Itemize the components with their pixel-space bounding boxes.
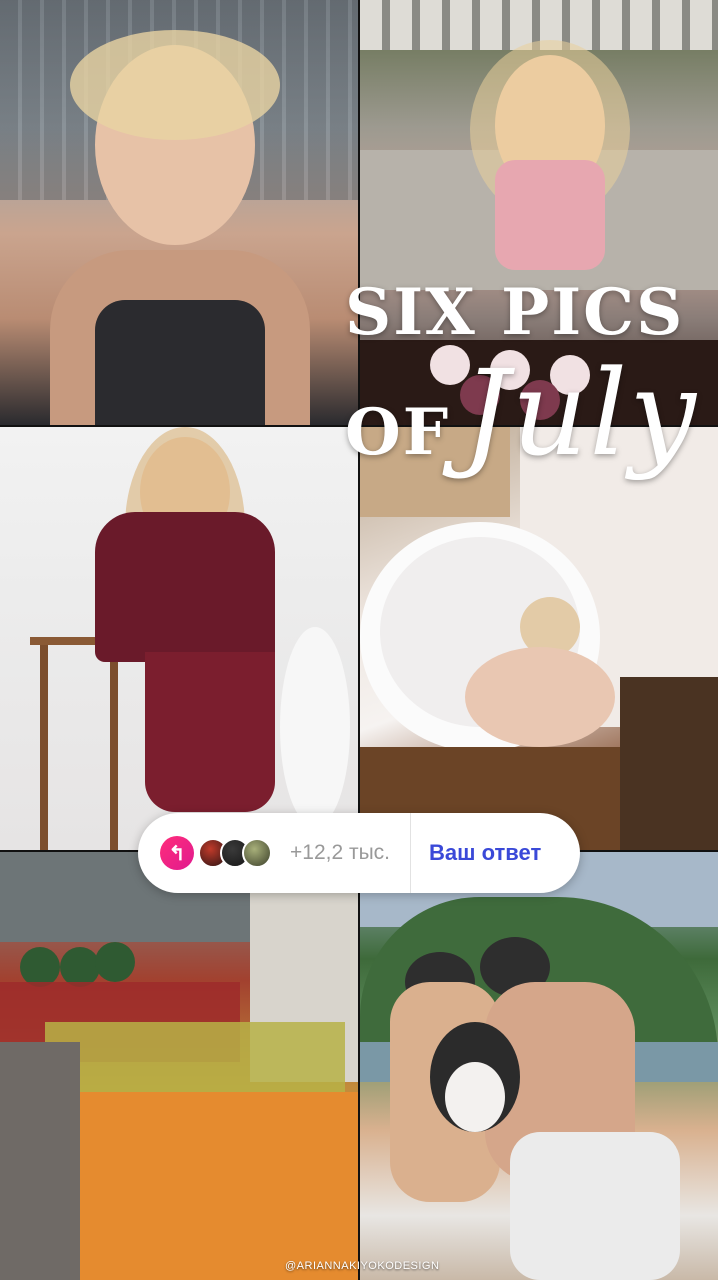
story-title: SIX PICS OF July [345,275,705,473]
photo-fruit-market [0,852,358,1280]
reply-arrow-icon[interactable]: ↰ [160,836,194,870]
responder-count[interactable]: +12,2 тыс. [290,841,390,865]
photo-lake-dog [360,852,718,1280]
photo-burgundy-dress [0,427,358,850]
photo-bath [360,427,718,850]
credit-watermark: @ARIANNAKIYOKODESIGN [285,1260,440,1272]
title-word-of: OF [345,395,451,470]
your-answer-button[interactable]: Ваш ответ [429,840,541,866]
reply-bar[interactable]: ↰ +12,2 тыс. Ваш ответ [138,813,580,893]
reply-bar-divider [410,813,412,893]
title-line-of-july: OF July [345,354,705,472]
title-word-july: July [462,344,698,482]
photo-collage [0,0,718,1280]
title-line-six-pics: SIX PICS [345,275,685,350]
avatar [242,838,272,868]
photo-gym-selfie [0,0,358,425]
